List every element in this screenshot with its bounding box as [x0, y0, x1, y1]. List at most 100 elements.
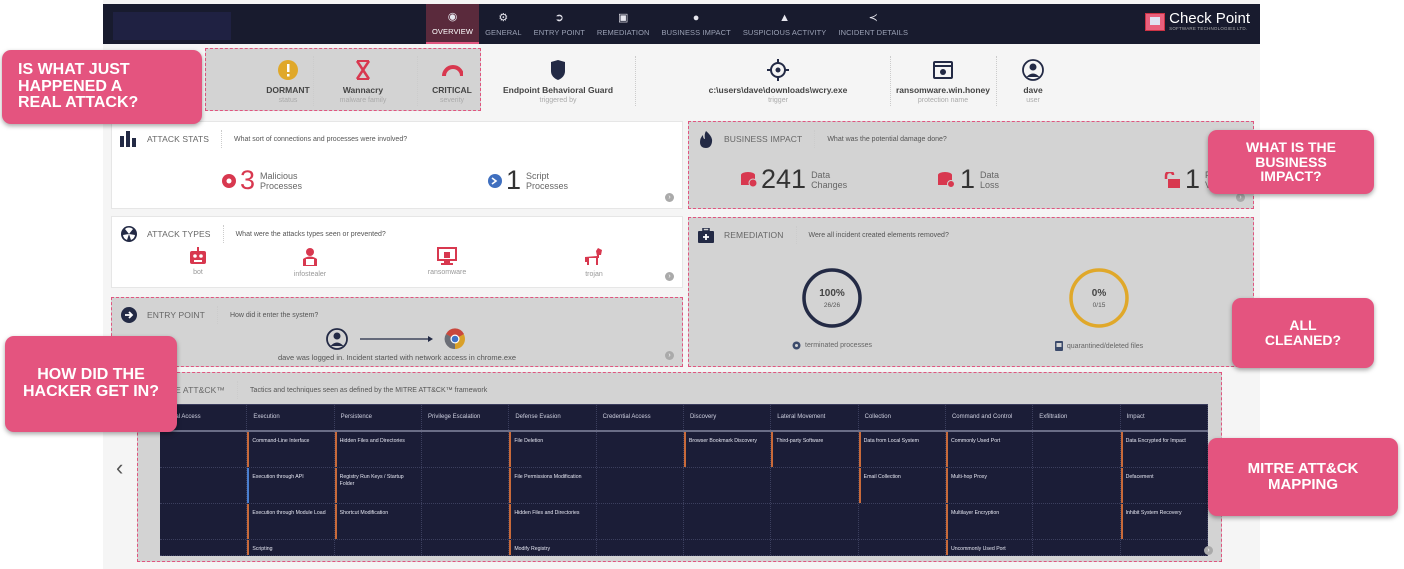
- terminated-processes-ring[interactable]: 100% 26/26 terminated processes: [792, 267, 872, 350]
- mitre-empty-cell: [160, 432, 248, 467]
- mitre-technique-cell[interactable]: Third-party Software: [771, 432, 859, 467]
- attack-type-bot[interactable]: bot: [178, 247, 218, 276]
- search-box[interactable]: [113, 12, 231, 40]
- attack-type-label: bot: [193, 269, 203, 276]
- ransomware-icon: [437, 247, 457, 265]
- mitre-technique-cell[interactable]: Commonly Used Port: [945, 432, 1034, 467]
- user-label: user: [1026, 96, 1040, 104]
- protection-name-label: protection name: [917, 96, 969, 104]
- triggered-by-label: triggered by: [539, 96, 577, 104]
- quarantined-files-ring[interactable]: 0% 0/15 quarantined/deleted files: [1054, 267, 1143, 351]
- data-changes-stat[interactable]: 241 Data Changes: [741, 166, 847, 193]
- mitre-empty-cell: [160, 504, 248, 539]
- mitre-technique-cell[interactable]: Multilayer Encryption: [945, 504, 1034, 539]
- mitre-technique-cell[interactable]: Execution through Module Load: [247, 504, 335, 539]
- malware-family-label: malware family: [339, 96, 387, 104]
- chrome-icon: [444, 328, 465, 350]
- ring-label-text: terminated processes: [805, 342, 872, 349]
- stat-number: 1: [506, 165, 522, 195]
- mitre-technique-cell[interactable]: Modify Registry: [509, 540, 597, 555]
- previous-arrow-button[interactable]: ‹: [116, 455, 123, 481]
- file-icon: [1054, 341, 1063, 351]
- callout-business-impact: WHAT IS THE BUSINESS IMPACT?: [1208, 130, 1374, 194]
- mitre-technique-cell[interactable]: Browser Bookmark Discovery: [683, 432, 772, 467]
- card-title: BUSINESS IMPACT: [724, 130, 816, 148]
- ring-fraction: 26/26: [823, 301, 841, 309]
- mitre-technique-cell[interactable]: Inhibit System Recovery: [1120, 504, 1208, 539]
- more-details-button[interactable]: ›: [665, 351, 674, 360]
- mitre-technique-cell[interactable]: Execution through API: [247, 468, 335, 503]
- mitre-column-header: Persistence: [335, 405, 422, 430]
- tab-overview[interactable]: ◉ OVERVIEW: [426, 4, 480, 44]
- mitre-technique-cell[interactable]: Multi-hop Proxy: [945, 468, 1034, 503]
- callout-real-attack: IS WHAT JUST HAPPENED A REAL ATTACK?: [2, 50, 202, 124]
- stat-label-line: Changes: [811, 179, 848, 190]
- attack-type-label: infostealer: [293, 271, 327, 278]
- shield-icon: [547, 59, 569, 81]
- card-header: ATTACK TYPES What were the attacks types…: [120, 225, 386, 243]
- stat-label-line: Processes: [526, 180, 569, 191]
- more-details-button[interactable]: ›: [1236, 193, 1245, 202]
- mitre-technique-cell[interactable]: Email Collection: [858, 468, 946, 503]
- tab-general[interactable]: ⚙ GENERAL: [479, 4, 528, 44]
- ring-text: 100% 26/26: [801, 267, 863, 329]
- tab-incident-details[interactable]: ≺ INCIDENT DETAILS: [832, 4, 914, 44]
- stat-number: 1: [960, 164, 976, 194]
- attack-types-card: ATTACK TYPES What were the attacks types…: [111, 216, 683, 288]
- mitre-technique-cell[interactable]: Uncommonly Used Port: [945, 540, 1034, 555]
- attack-type-trojan[interactable]: trojan: [574, 247, 614, 278]
- tab-remediation[interactable]: ▣ REMEDIATION: [591, 4, 656, 44]
- mitre-technique-cell[interactable]: Scripting: [247, 540, 335, 555]
- summary-trigger: c:\users\dave\downloads\wcry.exe trigger: [663, 44, 893, 118]
- stat-label-line: Processes: [260, 180, 303, 191]
- ring-text: 0% 0/15: [1068, 267, 1130, 329]
- callout-text: HOW DID THE HACKER GET IN?: [23, 366, 159, 400]
- mitre-technique-cell[interactable]: Command-Line Interface: [247, 432, 335, 467]
- more-details-button[interactable]: ›: [665, 193, 674, 202]
- mitre-empty-cell: [859, 504, 946, 539]
- card-question: What was the potential damage done?: [827, 135, 947, 143]
- mitre-body: Command-Line Interface Hidden Files and D…: [160, 432, 1208, 556]
- summary-triggered-by: Endpoint Behavioral Guard triggered by: [498, 44, 618, 118]
- mitre-column-header: Impact: [1121, 405, 1208, 430]
- mitre-row: Execution through API Registry Run Keys /…: [160, 468, 1208, 504]
- ring-label-text: quarantined/deleted files: [1066, 342, 1144, 350]
- mitre-technique-cell[interactable]: Data Encrypted for Impact: [1120, 432, 1208, 467]
- tab-suspicious-activity[interactable]: ▲ SUSPICIOUS ACTIVITY: [737, 4, 833, 44]
- mitre-technique-cell[interactable]: Hidden Files and Directories: [334, 432, 422, 467]
- mitre-empty-cell: [422, 432, 510, 467]
- mitre-column-header: Credential Access: [597, 405, 684, 430]
- mitre-technique-cell[interactable]: Data from Local System: [858, 432, 946, 467]
- briefcase-icon: ▣: [617, 11, 629, 24]
- stat-label-line: Malicious: [260, 170, 298, 181]
- mitre-technique-cell[interactable]: Shortcut Modification: [334, 504, 422, 539]
- divider: [417, 56, 418, 106]
- callout-text: ALL CLEANED?: [1264, 317, 1342, 348]
- stat-label: Script Processes: [526, 171, 568, 191]
- tab-entry-point[interactable]: ➲ ENTRY POINT: [528, 4, 591, 44]
- tab-label: BUSINESS IMPACT: [661, 27, 731, 37]
- more-details-button[interactable]: ›: [665, 272, 674, 281]
- summary-user: dave user: [1003, 44, 1063, 118]
- mitre-empty-cell: [597, 504, 684, 539]
- mitre-empty-cell: [160, 540, 248, 555]
- mitre-empty-cell: [859, 540, 946, 555]
- attack-type-infostealer[interactable]: infostealer: [280, 247, 340, 278]
- malicious-processes-stat[interactable]: 3 Malicious Processes: [222, 167, 302, 194]
- data-loss-stat[interactable]: 1 Data Loss: [938, 166, 999, 193]
- script-processes-stat[interactable]: 1 Script Processes: [488, 167, 568, 194]
- trojan-horse-icon: [585, 248, 602, 265]
- mitre-technique-cell[interactable]: Defacement: [1120, 468, 1208, 503]
- logo-subtext: SOFTWARE TECHNOLOGIES LTD.: [1169, 26, 1248, 31]
- more-details-button[interactable]: ›: [1204, 546, 1213, 555]
- attack-type-ransomware[interactable]: ransomware: [412, 247, 482, 276]
- tab-label: INCIDENT DETAILS: [838, 27, 909, 37]
- mitre-technique-cell[interactable]: File Deletion: [509, 432, 597, 467]
- mitre-technique-cell[interactable]: File Permissions Modification: [509, 468, 597, 503]
- mitre-technique-cell[interactable]: Registry Run Keys / Startup Folder: [334, 468, 422, 503]
- stat-number: 3: [240, 165, 256, 195]
- mitre-technique-cell[interactable]: Hidden Files and Directories: [509, 504, 597, 539]
- summary-severity: CRITICAL severity: [421, 44, 483, 118]
- mitre-column-header: Privilege Escalation: [422, 405, 510, 430]
- tab-business-impact[interactable]: ● BUSINESS IMPACT: [656, 4, 737, 44]
